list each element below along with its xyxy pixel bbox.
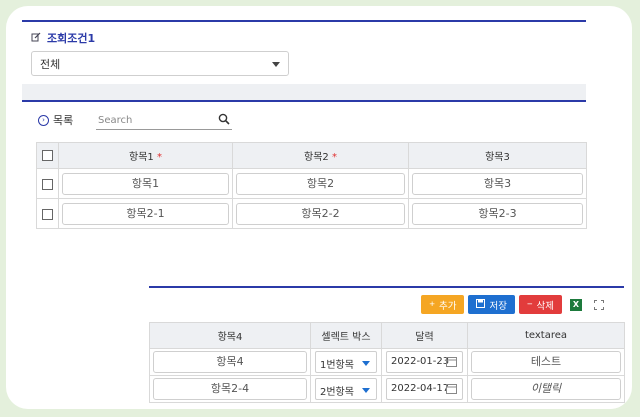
table-header-row: 항목4 셀렉트 박스 달력 textarea bbox=[149, 322, 625, 349]
cell-input[interactable]: 항목2-4 bbox=[153, 378, 307, 400]
column-header-label: 항목2 bbox=[304, 152, 329, 163]
plus-icon: + bbox=[429, 299, 435, 310]
table-cell: 2022-04-17 bbox=[381, 375, 468, 403]
add-button-label: 추가 bbox=[438, 300, 457, 312]
minus-icon: − bbox=[526, 299, 533, 310]
table-cell: 테스트 bbox=[467, 348, 625, 376]
table-cell: 2번항목 bbox=[310, 375, 382, 403]
table-cell: 항목2-2 bbox=[232, 198, 409, 229]
cell-input[interactable]: 항목2-1 bbox=[62, 202, 229, 225]
save-icon bbox=[476, 298, 486, 311]
table-cell: 항목2-3 bbox=[408, 198, 587, 229]
column-header[interactable]: 항목4 bbox=[149, 322, 311, 349]
dropdown-arrow-icon bbox=[362, 388, 370, 393]
list-panel: › 목록 항목1 * 항목2 * 항목3 항목1 bbox=[22, 100, 587, 240]
list-title: 목록 bbox=[53, 114, 74, 127]
search-condition-panel: 조회조건1 전체 bbox=[22, 20, 586, 84]
cell-input[interactable]: 항목4 bbox=[153, 351, 307, 373]
add-button[interactable]: + 추가 bbox=[421, 295, 465, 314]
table-header-row: 항목1 * 항목2 * 항목3 bbox=[36, 142, 587, 169]
divider-band bbox=[22, 84, 586, 100]
cell-input[interactable]: 항목2-2 bbox=[236, 202, 405, 225]
table-cell: 항목4 bbox=[149, 348, 311, 376]
cell-input[interactable]: 항목3 bbox=[412, 172, 583, 195]
cell-select[interactable]: 1번항목 bbox=[315, 351, 377, 373]
save-button[interactable]: 저장 bbox=[468, 295, 515, 314]
cell-select-value: 2번항목 bbox=[320, 387, 354, 398]
edit-table: 항목4 셀렉트 박스 달력 textarea 항목4 1번항목 2022-01-… bbox=[149, 322, 625, 403]
calendar-icon[interactable] bbox=[446, 383, 457, 397]
edit-grid-panel: + 추가 저장 − 삭제 X 항목4 셀렉트 박스 달력 textarea 항목… bbox=[149, 286, 625, 409]
table-row: 항목4 1번항목 2022-01-23 테스트 bbox=[149, 348, 625, 376]
save-button-label: 저장 bbox=[489, 300, 507, 312]
delete-button[interactable]: − 삭제 bbox=[518, 295, 562, 314]
table-cell: 2022-01-23 bbox=[381, 348, 468, 376]
date-input[interactable]: 2022-01-23 bbox=[386, 351, 463, 373]
column-header[interactable]: 항목3 bbox=[408, 142, 587, 169]
required-mark: * bbox=[156, 152, 162, 163]
grid-toolbar: + 추가 저장 − 삭제 X bbox=[421, 295, 604, 314]
chevron-right-circle-icon: › bbox=[38, 114, 49, 126]
column-header[interactable]: 셀렉트 박스 bbox=[310, 322, 382, 349]
required-mark: * bbox=[331, 152, 337, 163]
date-value: 2022-04-17 bbox=[391, 383, 450, 394]
table-row: 항목1 항목2 항목3 bbox=[36, 168, 587, 199]
column-header[interactable]: 항목2 * bbox=[232, 142, 409, 169]
textarea-input[interactable]: 테스트 bbox=[471, 351, 621, 373]
row-select-cell bbox=[36, 168, 59, 199]
cell-input[interactable]: 항목1 bbox=[62, 172, 229, 195]
list-table: 항목1 * 항목2 * 항목3 항목1 항목2 항목3 항목2-1 항목2-2 … bbox=[36, 142, 587, 229]
dropdown-arrow-icon bbox=[362, 361, 370, 366]
fullscreen-icon[interactable] bbox=[594, 299, 604, 310]
table-cell: 항목2-1 bbox=[58, 198, 233, 229]
main-frame: 조회조건1 전체 › 목록 항목1 * 항목2 * 항 bbox=[6, 6, 632, 409]
delete-button-label: 삭제 bbox=[536, 300, 554, 312]
edit-icon bbox=[31, 32, 41, 45]
cell-input[interactable]: 항목2-3 bbox=[412, 202, 583, 225]
row-select-cell bbox=[36, 198, 59, 229]
date-value: 2022-01-23 bbox=[391, 356, 450, 367]
excel-icon[interactable]: X bbox=[570, 298, 582, 311]
select-all-checkbox[interactable] bbox=[42, 149, 53, 161]
table-cell: 항목2-4 bbox=[149, 375, 311, 403]
search-input[interactable] bbox=[96, 112, 208, 128]
list-header: › 목록 bbox=[38, 112, 73, 128]
column-header[interactable]: textarea bbox=[467, 322, 625, 349]
condition-title-label: 조회조건1 bbox=[47, 32, 96, 45]
condition-select[interactable]: 전체 bbox=[31, 51, 289, 76]
cell-input[interactable]: 항목2 bbox=[236, 172, 405, 195]
table-cell: 이탤릭 bbox=[467, 375, 625, 403]
cell-select-value: 1번항목 bbox=[320, 360, 354, 371]
cell-select[interactable]: 2번항목 bbox=[315, 378, 377, 400]
select-all-cell bbox=[36, 142, 59, 169]
table-row: 항목2-4 2번항목 2022-04-17 이탤릭 bbox=[149, 375, 625, 403]
column-header-label: 항목1 bbox=[129, 152, 154, 163]
row-checkbox[interactable] bbox=[42, 178, 53, 190]
column-header-label: 항목3 bbox=[485, 152, 510, 163]
search-icon[interactable] bbox=[218, 113, 230, 128]
table-cell: 항목3 bbox=[408, 168, 587, 199]
search-box bbox=[96, 112, 232, 130]
chevron-down-icon bbox=[272, 62, 280, 67]
column-header[interactable]: 달력 bbox=[381, 322, 468, 349]
table-cell: 항목2 bbox=[232, 168, 409, 199]
table-row: 항목2-1 항목2-2 항목2-3 bbox=[36, 198, 587, 229]
condition-select-value: 전체 bbox=[40, 58, 61, 71]
date-input[interactable]: 2022-04-17 bbox=[386, 378, 463, 400]
condition-title: 조회조건1 bbox=[31, 30, 95, 46]
table-cell: 항목1 bbox=[58, 168, 233, 199]
row-checkbox[interactable] bbox=[42, 208, 53, 220]
column-header[interactable]: 항목1 * bbox=[58, 142, 233, 169]
table-cell: 1번항목 bbox=[310, 348, 382, 376]
calendar-icon[interactable] bbox=[446, 356, 457, 370]
textarea-input[interactable]: 이탤릭 bbox=[471, 378, 621, 400]
